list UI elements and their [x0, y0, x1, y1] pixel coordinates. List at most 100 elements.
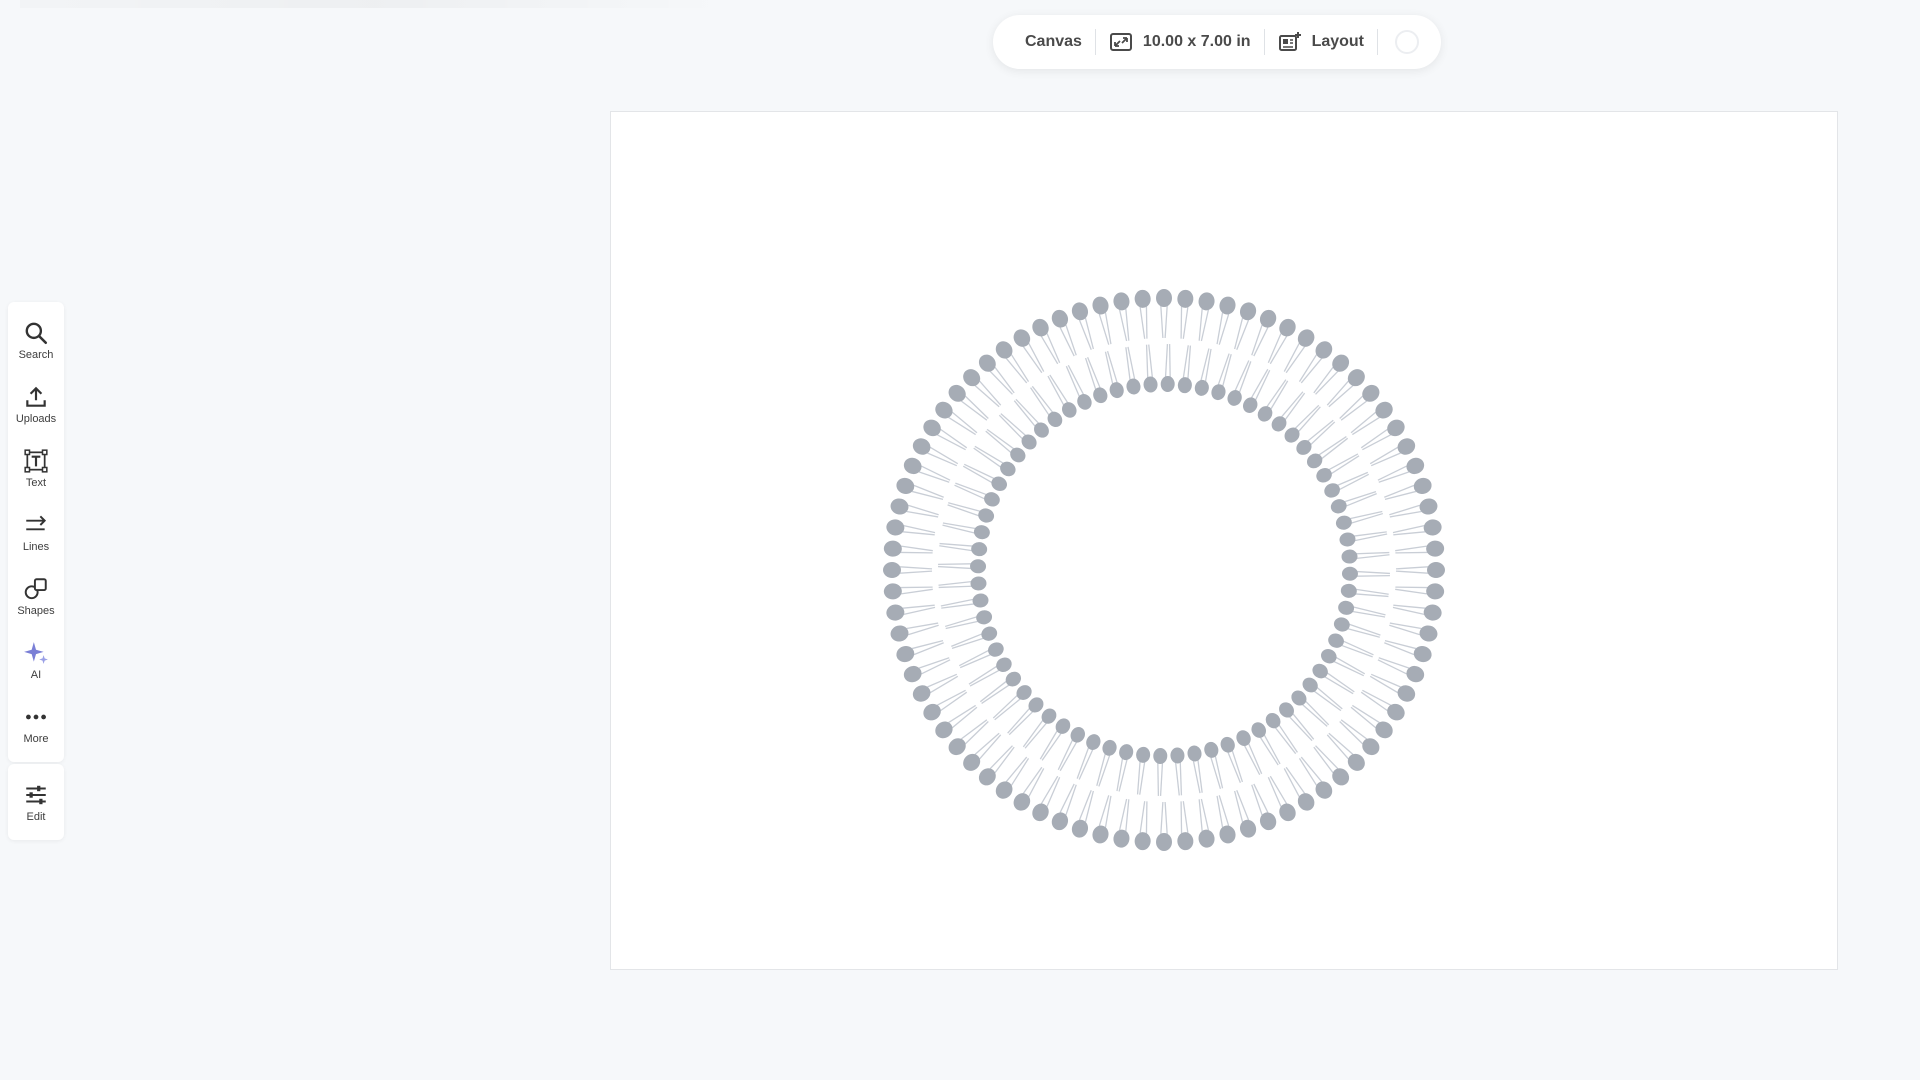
- lipid-head: [1177, 377, 1192, 394]
- lipid-head: [1156, 833, 1172, 851]
- lipid-head: [1362, 384, 1380, 402]
- sidebar-item-text[interactable]: Text: [8, 436, 64, 500]
- lipid-head: [1051, 812, 1069, 831]
- lipid-tail: [1139, 801, 1146, 834]
- lipid-tail: [1250, 368, 1269, 399]
- lipid-tail: [1313, 690, 1342, 712]
- sidebar-item-uploads[interactable]: Uploads: [8, 372, 64, 436]
- toolbar-divider: [1263, 29, 1265, 55]
- canvas-size-button[interactable]: 10.00 x 7.00 in: [1109, 30, 1251, 54]
- lipid-tail: [1164, 343, 1169, 378]
- lipid-tail: [974, 445, 1004, 464]
- lipid-head: [1427, 562, 1445, 578]
- lipid-tail: [1335, 656, 1366, 675]
- sidebar-item-label: Lines: [22, 540, 50, 553]
- lipid-tail: [1393, 604, 1426, 609]
- canvas-button[interactable]: Canvas: [1025, 33, 1082, 51]
- lipid-tail: [1057, 739, 1074, 771]
- lipid-tail: [963, 463, 995, 480]
- shapes-icon: [24, 577, 47, 599]
- lipid-tail: [1116, 758, 1124, 792]
- lipid-head: [1259, 812, 1277, 831]
- lipid-tail: [1182, 306, 1189, 339]
- lipid-head: [1119, 744, 1134, 761]
- lipid-tail: [900, 545, 933, 552]
- lipid-tail: [1039, 730, 1058, 760]
- lipid-head: [1134, 289, 1151, 308]
- tools-sidebar: Search Uploads Text Lines Shapes AI More: [8, 302, 64, 762]
- lipid-tail: [1059, 741, 1078, 772]
- sidebar-item-search[interactable]: Search: [8, 308, 64, 372]
- layout-button[interactable]: Layout: [1278, 30, 1364, 54]
- lipid-tail: [1104, 312, 1112, 345]
- lipid-tail: [1254, 369, 1271, 401]
- resize-icon: [1109, 33, 1132, 51]
- lipid-head: [1406, 665, 1425, 683]
- lipid-head: [1259, 309, 1277, 328]
- lipid-head: [1051, 309, 1069, 328]
- canvas-label: Canvas: [1025, 33, 1082, 50]
- lipid-head: [1423, 604, 1442, 621]
- lipid-tail: [1031, 385, 1054, 413]
- lipid-head: [1071, 819, 1089, 838]
- sidebar-item-lines[interactable]: Lines: [8, 500, 64, 564]
- lipid-head: [890, 498, 909, 515]
- lipid-head: [1204, 741, 1219, 758]
- lipid-head: [1198, 829, 1215, 848]
- lipid-tail: [1330, 455, 1360, 475]
- lipid-tail: [1015, 398, 1040, 424]
- lipid-tail: [1136, 761, 1141, 795]
- lipid-head: [1134, 832, 1151, 851]
- lipid-head: [1113, 292, 1130, 311]
- sidebar-item-ai[interactable]: AI: [8, 628, 64, 692]
- lipid-tail: [1389, 622, 1422, 630]
- lipid-tail: [938, 585, 972, 589]
- lipid-tail: [1030, 387, 1050, 416]
- lipid-head: [1093, 387, 1108, 404]
- lipid-tail: [939, 545, 973, 552]
- lipid-head: [976, 610, 993, 625]
- lipid-head: [1339, 532, 1356, 547]
- lipid-tail: [899, 570, 933, 574]
- lipid-head: [883, 540, 902, 557]
- lipid-head: [995, 781, 1013, 799]
- lipid-head: [1419, 625, 1438, 642]
- lipid-head: [1375, 721, 1393, 739]
- lipid-head: [1328, 633, 1344, 648]
- design-canvas[interactable]: [610, 111, 1838, 970]
- lipid-tail: [1198, 308, 1203, 341]
- lipid-head: [1198, 292, 1215, 311]
- sidebar-item-label: AI: [30, 668, 42, 681]
- lipid-tail: [1288, 716, 1313, 742]
- lipid-tail: [1218, 795, 1230, 827]
- lipid-head: [890, 625, 909, 642]
- sidebar-item-label: Shapes: [17, 604, 55, 617]
- lipid-head: [1092, 825, 1109, 844]
- lipid-tail: [938, 581, 972, 586]
- sidebar-item-edit[interactable]: Edit: [8, 770, 64, 834]
- lipid-tail: [1216, 795, 1224, 828]
- edit-sliders-icon: [26, 785, 46, 804]
- lipid-tail: [1216, 312, 1224, 345]
- lipid-tail: [939, 542, 973, 547]
- lipid-tail: [986, 428, 1015, 450]
- sidebar-item-more[interactable]: More: [8, 692, 64, 756]
- lipid-tail: [942, 522, 976, 530]
- lipid-tail: [962, 465, 993, 484]
- sidebar-item-label: Uploads: [15, 412, 57, 425]
- lipid-tail: [1104, 795, 1112, 828]
- lipid-head: [1187, 745, 1202, 762]
- lipid-tail: [1164, 801, 1168, 835]
- lipid-tail: [1125, 799, 1130, 832]
- lipid-tail: [1393, 531, 1426, 536]
- lipid-head: [1406, 457, 1425, 475]
- lipid-tail: [1298, 406, 1321, 433]
- lipid-head: [1156, 289, 1172, 307]
- lipid-tail: [1200, 309, 1210, 342]
- lipid-head: [973, 525, 990, 540]
- lipid-tail: [1159, 762, 1164, 797]
- sidebar-item-shapes[interactable]: Shapes: [8, 564, 64, 628]
- lipid-head: [970, 559, 987, 574]
- lipid-tail: [902, 531, 935, 536]
- lipid-bilayer-vesicle[interactable]: [611, 112, 1837, 969]
